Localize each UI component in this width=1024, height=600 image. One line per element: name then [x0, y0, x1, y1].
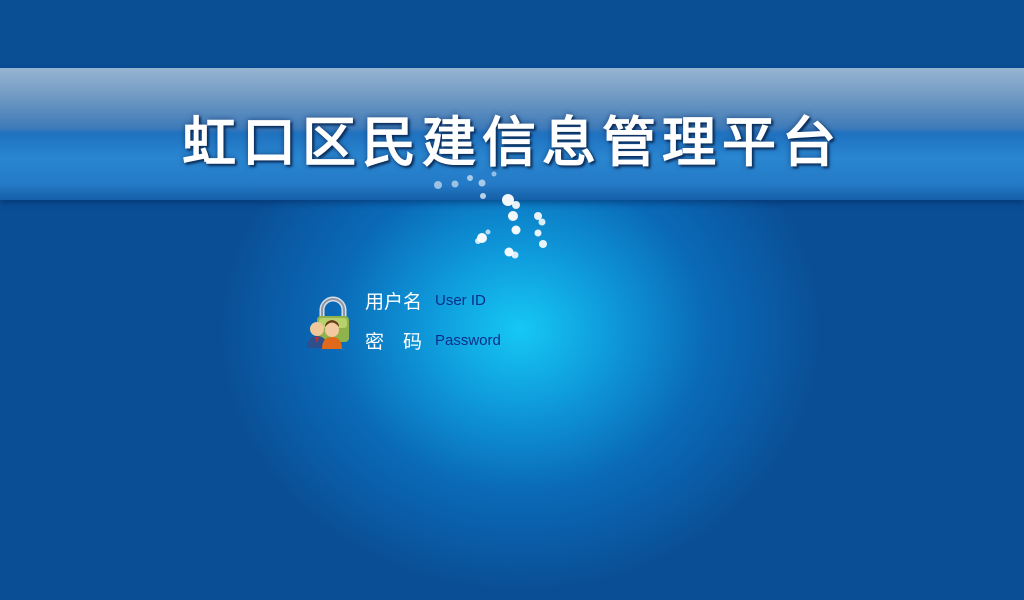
user-id-row: 用户名 — [365, 287, 605, 313]
password-label: 密 码 — [365, 330, 423, 353]
password-input[interactable] — [435, 329, 605, 351]
user-id-input[interactable] — [435, 289, 605, 311]
top-band — [0, 0, 1024, 68]
password-row: 密 码 — [365, 327, 605, 353]
lock-users-icon — [307, 296, 349, 349]
user-id-label: 用户名 — [365, 290, 423, 313]
sparkle-decoration — [434, 171, 547, 259]
